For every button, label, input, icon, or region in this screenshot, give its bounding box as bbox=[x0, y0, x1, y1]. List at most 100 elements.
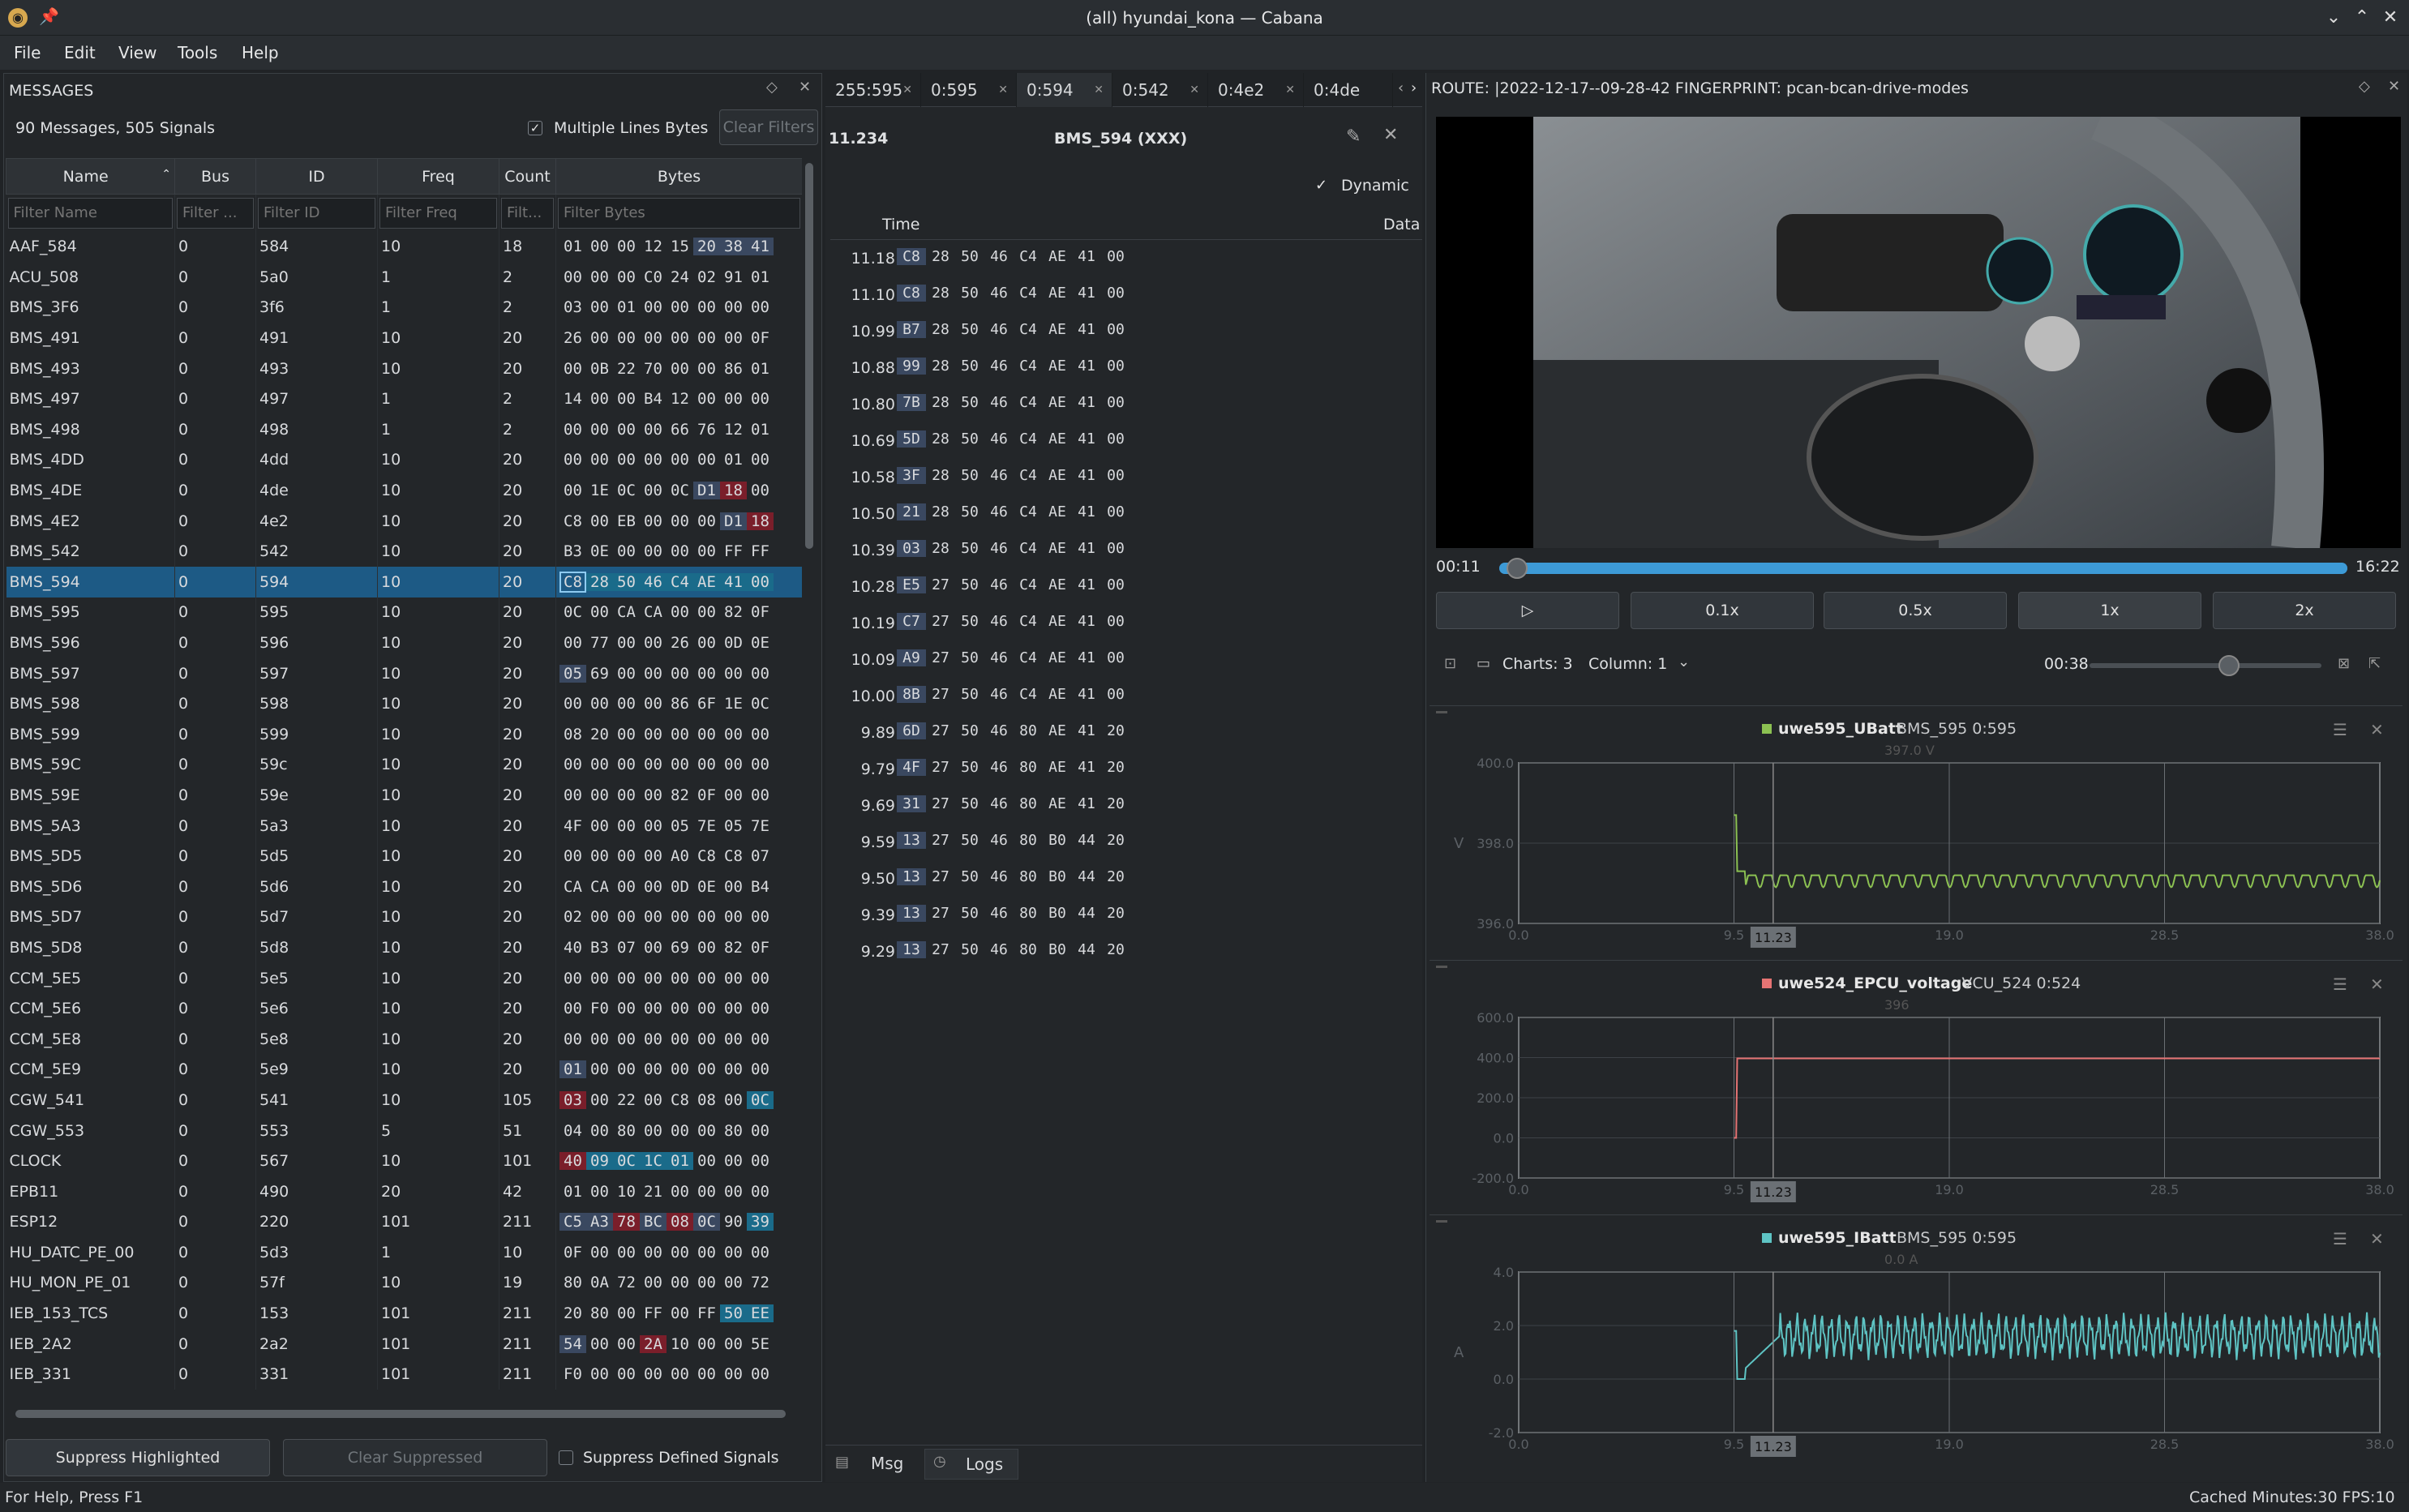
message-tab[interactable]: 0:542 ✕ bbox=[1112, 73, 1208, 107]
message-row[interactable]: CGW_553 0 553 5 51 04 00 80 00 00 00 80 00 bbox=[6, 1115, 802, 1146]
message-row[interactable]: BMS_491 0 491 10 20 26 00 00 00 00 00 00 0F bbox=[6, 323, 802, 353]
dynamic-checkbox[interactable]: ✓ bbox=[1315, 177, 1327, 194]
minimize-icon[interactable]: ⌄ bbox=[2321, 5, 2347, 31]
play-button[interactable]: ▷ bbox=[1436, 592, 1619, 629]
edit-message-icon[interactable]: ✎ bbox=[1346, 126, 1361, 147]
clear-suppressed-button[interactable]: Clear Suppressed bbox=[283, 1439, 547, 1476]
close-tab-icon[interactable]: ✕ bbox=[1189, 73, 1199, 107]
message-row[interactable]: BMS_599 0 599 10 20 08 20 00 00 00 00 00 00 bbox=[6, 719, 802, 750]
message-row[interactable]: CLOCK 0 567 10 101 40 09 0C 1C 01 00 00 00 bbox=[6, 1146, 802, 1176]
signal-chart[interactable]: uwe524_EPCU_voltage VCU_524 0:524 ☰ ✕ 396 600… bbox=[1430, 960, 2403, 1211]
message-row[interactable]: BMS_5D6 0 5d6 10 20 CA CA 00 00 0D 0E 00 B4 bbox=[6, 871, 802, 902]
float-panel-icon[interactable]: ◇ bbox=[766, 79, 778, 96]
close-tab-icon[interactable]: ✕ bbox=[1285, 73, 1295, 107]
message-row[interactable]: BMS_4E2 0 4e2 10 20 C8 00 EB 00 00 00 D1 18 bbox=[6, 505, 802, 537]
message-row[interactable]: BMS_3F6 0 3f6 1 2 03 00 01 00 00 00 00 00 bbox=[6, 292, 802, 323]
message-row[interactable]: CCM_5E8 0 5e8 10 20 00 00 00 00 00 00 00 00 bbox=[6, 1023, 802, 1055]
message-row[interactable]: BMS_596 0 596 10 20 00 77 00 00 26 00 0D 0E bbox=[6, 628, 802, 658]
message-row[interactable]: EPB11 0 490 20 42 01 00 10 21 00 00 00 00 bbox=[6, 1176, 802, 1207]
filter-count-input[interactable] bbox=[501, 197, 554, 229]
message-row[interactable]: IEB_331 0 331 101 211 F0 00 00 00 00 00 00 00 bbox=[6, 1359, 802, 1390]
col-header-bus[interactable]: Bus bbox=[174, 158, 256, 195]
message-row[interactable]: BMS_5D5 0 5d5 10 20 00 00 00 00 A0 C8 C8 07 bbox=[6, 841, 802, 872]
speed-0.1x-button[interactable]: 0.1x bbox=[1631, 592, 1814, 629]
log-row[interactable]: 9.59 13 27 50 46 80 B0 44 20 bbox=[830, 824, 1422, 860]
message-row[interactable]: CCM_5E5 0 5e5 10 20 00 00 00 00 00 00 00 00 bbox=[6, 962, 802, 994]
close-detail-icon[interactable]: ✕ bbox=[1383, 125, 1398, 145]
log-row[interactable]: 10.39 03 28 50 46 C4 AE 41 00 bbox=[830, 532, 1422, 568]
log-row[interactable]: 10.50 21 28 50 46 C4 AE 41 00 bbox=[830, 495, 1422, 532]
message-tab[interactable]: 0:4e2 ✕ bbox=[1208, 73, 1304, 107]
tab-logs[interactable]: ◷ Logs bbox=[924, 1449, 1018, 1480]
tab-scroll-left-icon[interactable]: ‹ bbox=[1398, 79, 1404, 96]
message-row[interactable]: BMS_4DE 0 4de 10 20 00 1E 0C 00 0C D1 18 00 bbox=[6, 475, 802, 506]
message-row[interactable]: CCM_5E9 0 5e9 10 20 01 00 00 00 00 00 00 00 bbox=[6, 1054, 802, 1086]
message-row[interactable]: BMS_595 0 595 10 20 0C 00 CA CA 00 00 82 0F bbox=[6, 597, 802, 628]
vertical-scrollbar[interactable] bbox=[805, 163, 813, 549]
message-row[interactable]: ACU_508 0 5a0 1 2 00 00 00 C0 24 02 91 01 bbox=[6, 262, 802, 293]
new-chart-icon[interactable]: ⊡ bbox=[1444, 655, 1456, 672]
col-header-bytes[interactable]: Bytes bbox=[555, 158, 802, 195]
speed-0.5x-button[interactable]: 0.5x bbox=[1824, 592, 2007, 629]
log-row[interactable]: 10.88 99 28 50 46 C4 AE 41 00 bbox=[830, 349, 1422, 386]
filter-name-input[interactable] bbox=[7, 197, 173, 229]
menu-edit[interactable]: Edit bbox=[64, 36, 96, 70]
video-frame[interactable] bbox=[1436, 94, 2401, 550]
message-row[interactable]: BMS_597 0 597 10 20 05 69 00 00 00 00 00 00 bbox=[6, 657, 802, 689]
message-tab[interactable]: 0:595 ✕ bbox=[921, 73, 1017, 107]
message-row[interactable]: HU_DATC_PE_00 0 5d3 1 10 0F 00 00 00 00 00 00 00 bbox=[6, 1237, 802, 1268]
log-row[interactable]: 10.19 C7 27 50 46 C4 AE 41 00 bbox=[830, 605, 1422, 641]
menu-file[interactable]: File bbox=[14, 36, 41, 70]
close-video-icon[interactable]: ✕ bbox=[2388, 78, 2400, 95]
close-panel-icon[interactable]: ✕ bbox=[799, 79, 811, 96]
chevron-down-icon[interactable]: ⌄ bbox=[1678, 653, 1690, 670]
close-window-icon[interactable]: ✕ bbox=[2377, 5, 2403, 31]
filter-freq-input[interactable] bbox=[379, 197, 497, 229]
filter-bytes-input[interactable] bbox=[558, 197, 800, 229]
tab-scroll-right-icon[interactable]: › bbox=[1411, 79, 1417, 96]
message-tab[interactable]: 0:594 ✕ bbox=[1017, 73, 1112, 107]
message-row[interactable]: HU_MON_PE_01 0 57f 10 19 80 0A 72 00 00 00 00 72 bbox=[6, 1267, 802, 1299]
log-row[interactable]: 11.10 C8 28 50 46 C4 AE 41 00 bbox=[830, 276, 1422, 313]
float-video-icon[interactable]: ◇ bbox=[2359, 78, 2370, 95]
log-row[interactable]: 10.09 A9 27 50 46 C4 AE 41 00 bbox=[830, 641, 1422, 678]
column-select[interactable]: Column: 1 bbox=[1588, 655, 1667, 673]
video-seek-bar[interactable] bbox=[1499, 558, 2347, 579]
speed-2x-button[interactable]: 2x bbox=[2213, 592, 2396, 629]
reset-zoom-icon[interactable]: ⊠ bbox=[2338, 655, 2350, 672]
col-header-freq[interactable]: Freq bbox=[377, 158, 499, 195]
message-row[interactable]: BMS_498 0 498 1 2 00 00 00 00 66 76 12 01 bbox=[6, 414, 802, 445]
message-row[interactable]: CCM_5E6 0 5e6 10 20 00 F0 00 00 00 00 00 00 bbox=[6, 993, 802, 1024]
tab-msg[interactable]: Msg bbox=[871, 1454, 903, 1473]
col-header-name[interactable]: Name ⌃ bbox=[6, 158, 175, 195]
message-row[interactable]: BMS_5A3 0 5a3 10 20 4F 00 00 00 05 7E 05 7E bbox=[6, 810, 802, 842]
message-row[interactable]: IEB_153_TCS 0 153 101 211 20 80 00 FF 00 FF 50 EE bbox=[6, 1298, 802, 1329]
col-header-count[interactable]: Count bbox=[499, 158, 556, 195]
message-row[interactable]: BMS_493 0 493 10 20 00 0B 22 70 00 00 86 01 bbox=[6, 353, 802, 384]
log-row[interactable]: 9.29 13 27 50 46 80 B0 44 20 bbox=[830, 933, 1422, 970]
signal-chart[interactable]: uwe595_UBatt BMS_595 0:595 ☰ ✕ 397.0 V 400.0 3… bbox=[1430, 705, 2403, 957]
message-row[interactable]: IEB_2A2 0 2a2 101 211 54 00 00 2A 10 00 00 5E bbox=[6, 1328, 802, 1360]
chart-range-slider[interactable] bbox=[2090, 655, 2321, 676]
message-row[interactable]: ESP12 0 220 101 211 C5 A3 78 BC 08 0C 90 39 bbox=[6, 1206, 802, 1238]
menu-help[interactable]: Help bbox=[242, 36, 279, 70]
speed-1x-button[interactable]: 1x bbox=[2018, 592, 2201, 629]
filter-id-input[interactable] bbox=[258, 197, 375, 229]
close-tab-icon[interactable]: ✕ bbox=[1094, 73, 1104, 107]
message-row[interactable]: BMS_598 0 598 10 20 00 00 00 00 86 6F 1E 0C bbox=[6, 688, 802, 719]
signal-chart[interactable]: uwe595_IBatt BMS_595 0:595 ☰ ✕ 0.0 A 4.0 2.0 0.… bbox=[1430, 1214, 2403, 1466]
log-row[interactable]: 10.80 7B 28 50 46 C4 AE 41 00 bbox=[830, 386, 1422, 422]
filter-bus-input[interactable] bbox=[177, 197, 254, 229]
multiline-checkbox[interactable]: ✓ bbox=[528, 121, 542, 135]
close-tab-icon[interactable]: ✕ bbox=[998, 73, 1008, 107]
log-row[interactable]: 9.79 4F 27 50 46 80 AE 41 20 bbox=[830, 751, 1422, 787]
suppress-highlighted-button[interactable]: Suppress Highlighted bbox=[6, 1439, 270, 1476]
menu-tools[interactable]: Tools bbox=[178, 36, 217, 70]
log-row[interactable]: 10.28 E5 27 50 46 C4 AE 41 00 bbox=[830, 568, 1422, 605]
message-row[interactable]: BMS_497 0 497 1 2 14 00 00 B4 12 00 00 00 bbox=[6, 383, 802, 415]
pin-icon[interactable]: 📌 bbox=[39, 6, 59, 26]
message-row[interactable]: BMS_5D7 0 5d7 10 20 02 00 00 00 00 00 00 00 bbox=[6, 902, 802, 933]
log-row[interactable]: 9.50 13 27 50 46 80 B0 44 20 bbox=[830, 860, 1422, 897]
horizontal-scrollbar[interactable] bbox=[15, 1410, 786, 1418]
log-row[interactable]: 11.18 C8 28 50 46 C4 AE 41 00 bbox=[830, 240, 1422, 276]
